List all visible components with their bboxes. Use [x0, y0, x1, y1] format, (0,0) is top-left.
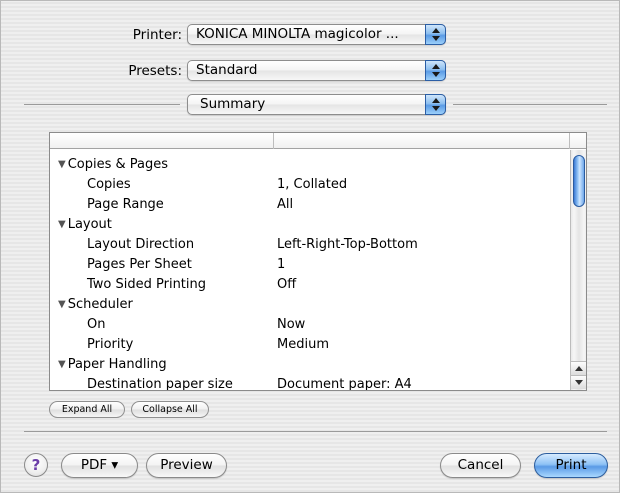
setting-value: Off [277, 277, 297, 292]
printer-popup-value: KONICA MINOLTA magicolor ... [196, 26, 399, 42]
scroll-down-arrow-icon[interactable] [571, 375, 586, 389]
collapse-all-button[interactable]: Collapse All [131, 401, 209, 418]
table-row[interactable]: Layout Direction Left-Right-Top-Bottom [50, 235, 570, 255]
group-cell: ▼ Paper Handling [58, 355, 167, 376]
group-label: Scheduler [67, 297, 133, 312]
group-cell: ▼ Copies & Pages [58, 155, 168, 176]
table-row[interactable]: Copies 1, Collated [50, 175, 570, 195]
pdf-button[interactable]: PDF ▾ [61, 453, 138, 478]
popup-arrows-icon [425, 24, 446, 45]
vertical-scrollbar[interactable] [570, 150, 586, 390]
table-row[interactable]: Pages Per Sheet 1 [50, 255, 570, 275]
presets-label: Presets: [128, 63, 182, 79]
setting-name: Priority [87, 337, 134, 352]
separator-left [24, 104, 180, 105]
printer-popup[interactable]: KONICA MINOLTA magicolor ... [187, 24, 446, 45]
setting-value: Medium [277, 337, 329, 352]
group-cell: ▼ Scheduler [58, 295, 133, 316]
setting-name: Copies [87, 177, 131, 192]
print-button[interactable]: Print [534, 453, 608, 478]
cancel-button[interactable]: Cancel [440, 453, 521, 478]
group-label: Paper Handling [67, 357, 167, 372]
setting-name: On [87, 317, 106, 332]
panel-popup[interactable]: Summary [187, 94, 446, 115]
presets-popup-value: Standard [196, 62, 258, 78]
separator-right [453, 104, 607, 105]
scroll-up-arrow-icon[interactable] [571, 361, 586, 375]
setting-value: Now [277, 317, 306, 332]
group-row[interactable]: ▼ Scheduler [50, 295, 570, 315]
help-button[interactable]: ? [24, 453, 48, 477]
summary-table[interactable]: ▼ Copies & Pages Copies 1, Collated Page … [49, 132, 587, 391]
table-row[interactable]: Priority Medium [50, 335, 570, 355]
group-label: Layout [67, 217, 112, 232]
setting-name: Layout Direction [87, 237, 195, 252]
setting-value: Left-Right-Top-Bottom [277, 237, 418, 252]
group-row[interactable]: ▼ Paper Handling [50, 355, 570, 375]
disclosure-triangle-icon[interactable]: ▼ [58, 159, 66, 170]
table-row[interactable]: On Now [50, 315, 570, 335]
group-row[interactable]: ▼ Layout [50, 215, 570, 235]
setting-value: 1 [277, 257, 286, 272]
disclosure-triangle-icon[interactable]: ▼ [58, 299, 66, 310]
setting-name: Page Range [87, 197, 164, 212]
setting-value: Document paper: A4 [277, 377, 412, 391]
setting-name: Destination paper size [87, 377, 233, 391]
table-header [50, 133, 586, 149]
printer-label: Printer: [132, 27, 182, 43]
setting-value: All [277, 197, 294, 212]
setting-name: Pages Per Sheet [87, 257, 192, 272]
bottom-separator [24, 431, 607, 432]
disclosure-triangle-icon[interactable]: ▼ [58, 359, 66, 370]
panel-popup-value: Summary [200, 96, 266, 112]
setting-value: 1, Collated [277, 177, 348, 192]
group-label: Copies & Pages [67, 157, 169, 172]
table-row[interactable]: Two Sided Printing Off [50, 275, 570, 295]
popup-arrows-icon [425, 60, 446, 81]
header-column-setting[interactable] [50, 133, 274, 149]
question-mark-icon: ? [31, 456, 41, 474]
scrollbar-thumb[interactable] [573, 155, 585, 207]
table-row[interactable]: Destination paper size Document paper: A… [50, 375, 570, 391]
popup-arrows-icon [425, 94, 446, 115]
presets-popup[interactable]: Standard [187, 60, 446, 81]
table-row[interactable]: Page Range All [50, 195, 570, 215]
setting-name: Two Sided Printing [87, 277, 207, 292]
expand-all-button[interactable]: Expand All [49, 401, 125, 418]
preview-button[interactable]: Preview [146, 453, 227, 478]
disclosure-triangle-icon[interactable]: ▼ [58, 219, 66, 230]
group-cell: ▼ Layout [58, 215, 112, 236]
group-row[interactable]: ▼ Copies & Pages [50, 155, 570, 175]
header-column-value[interactable] [274, 133, 570, 149]
